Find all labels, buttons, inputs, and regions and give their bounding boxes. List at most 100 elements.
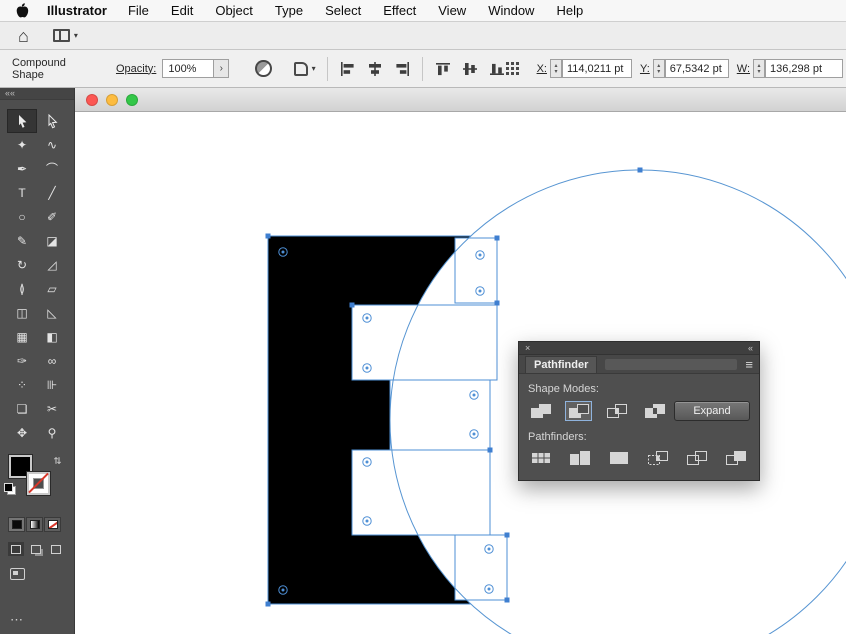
apple-logo-icon[interactable] [16,3,29,18]
merge-button[interactable] [606,449,631,467]
home-icon[interactable]: ⌂ [18,27,29,45]
rotate-tool[interactable]: ↻ [7,253,37,277]
outline-button[interactable] [684,449,709,467]
opacity-combo[interactable]: 100% › [162,59,230,78]
zoom-tool[interactable]: ⚲ [37,421,67,445]
line-segment-tool[interactable]: ╱ [37,181,67,205]
shape-builder-tool[interactable]: ◫ [7,301,37,325]
document-titlebar[interactable] [75,88,846,112]
w-input[interactable]: 136,298 pt [765,59,844,78]
minus-front-button[interactable] [565,401,592,421]
selection-tool[interactable] [7,109,37,133]
arrange-documents-dropdown[interactable]: ▾ [52,29,78,42]
paintbrush-tool[interactable]: ✐ [37,205,67,229]
divide-button[interactable] [528,449,553,467]
x-input[interactable]: 114,0211 pt [561,59,632,78]
trim-button[interactable] [567,449,592,467]
panel-menu-icon[interactable]: ≡ [745,358,753,371]
align-vertical-center-button[interactable] [461,61,479,77]
perspective-grid-tool[interactable]: ◺ [37,301,67,325]
collapse-panel-icon[interactable]: «« [5,88,15,98]
tools-panel-header[interactable]: «« [0,88,74,100]
align-left-button[interactable] [339,61,357,77]
y-stepper[interactable]: ▴ ▾ [652,59,665,78]
eyedropper-tool[interactable]: ✑ [7,349,37,373]
reference-point-grid[interactable] [505,62,519,75]
recolor-artwork-icon[interactable] [255,60,272,77]
type-tool[interactable]: T [7,181,37,205]
none-button[interactable] [44,517,61,532]
expand-button[interactable]: Expand [674,401,750,421]
magic-wand-tool[interactable]: ✦ [7,133,37,157]
opacity-value[interactable]: 100% [162,59,215,78]
blend-tool[interactable]: ∞ [37,349,67,373]
symbol-sprayer-tool[interactable]: ⁘ [7,373,37,397]
pencil-tool[interactable]: ✎ [7,229,37,253]
minus-back-button[interactable] [723,449,748,467]
slice-tool[interactable]: ✂ [37,397,67,421]
menu-window[interactable]: Window [477,3,545,18]
minimize-button[interactable] [106,93,118,106]
eraser-tool[interactable]: ◪ [37,229,67,253]
panel-body: Shape Modes: Expand Pathfinders: [519,374,759,480]
x-label[interactable]: X: [537,63,547,75]
menu-app-name[interactable]: Illustrator [37,3,117,18]
align-right-button[interactable] [393,61,411,77]
close-icon[interactable]: × [525,343,530,353]
presets-dropdown[interactable]: ▾ [293,61,316,76]
hand-tool[interactable]: ✥ [7,421,37,445]
draw-behind-button[interactable] [28,542,44,556]
align-horizontal-center-button[interactable] [366,61,384,77]
swap-fill-stroke-icon[interactable]: ⇄ [51,457,62,465]
draw-normal-button[interactable] [8,542,24,556]
stepper-down-icon[interactable]: ▾ [758,69,761,75]
gradient-tool[interactable]: ◧ [37,325,67,349]
free-transform-tool[interactable]: ▱ [37,277,67,301]
tab-pathfinder[interactable]: Pathfinder [525,355,598,373]
ellipse-tool[interactable]: ○ [7,205,37,229]
align-bottom-button[interactable] [488,61,506,77]
lasso-tool[interactable]: ∿ [37,133,67,157]
direct-selection-tool[interactable] [37,109,67,133]
x-stepper[interactable]: ▴ ▾ [549,59,562,78]
column-graph-tool[interactable]: ⊪ [37,373,67,397]
gradient-button[interactable] [26,517,43,532]
close-button[interactable] [86,93,98,106]
draw-inside-button[interactable] [48,542,64,556]
menu-file[interactable]: File [117,3,160,18]
mesh-tool[interactable]: ▦ [7,325,37,349]
collapse-icon[interactable]: « [748,343,753,353]
edit-toolbar-ellipsis[interactable]: ⋯ [10,612,74,628]
menu-edit[interactable]: Edit [160,3,204,18]
opacity-dropdown-icon[interactable]: › [214,59,230,78]
color-button[interactable] [8,517,25,532]
crop-button[interactable] [645,449,670,467]
align-top-button[interactable] [434,61,452,77]
zoom-button[interactable] [126,93,138,106]
scale-tool[interactable]: ◿ [37,253,67,277]
panel-header[interactable]: × « [519,342,759,355]
menu-effect[interactable]: Effect [372,3,427,18]
default-fill-stroke-icon[interactable] [4,483,16,495]
stepper-down-icon[interactable]: ▾ [554,69,557,75]
w-label[interactable]: W: [737,63,750,75]
intersect-button[interactable] [604,402,629,420]
y-input[interactable]: 67,5342 pt [664,59,729,78]
stepper-down-icon[interactable]: ▾ [657,69,660,75]
stroke-color-swatch[interactable] [27,472,50,495]
opacity-label[interactable]: Opacity: [116,63,156,75]
artboard-tool[interactable]: ❏ [7,397,37,421]
menu-type[interactable]: Type [264,3,314,18]
curvature-tool[interactable]: ⌒ [37,157,67,181]
w-stepper[interactable]: ▴ ▾ [753,59,766,78]
menu-help[interactable]: Help [545,3,594,18]
width-tool[interactable]: ≬ [7,277,37,301]
screen-mode-button[interactable] [10,568,25,580]
pen-tool[interactable]: ✒ [7,157,37,181]
y-label[interactable]: Y: [640,63,650,75]
menu-object[interactable]: Object [204,3,264,18]
menu-select[interactable]: Select [314,3,372,18]
exclude-button[interactable] [642,402,667,420]
unite-button[interactable] [528,402,553,420]
menu-view[interactable]: View [427,3,477,18]
